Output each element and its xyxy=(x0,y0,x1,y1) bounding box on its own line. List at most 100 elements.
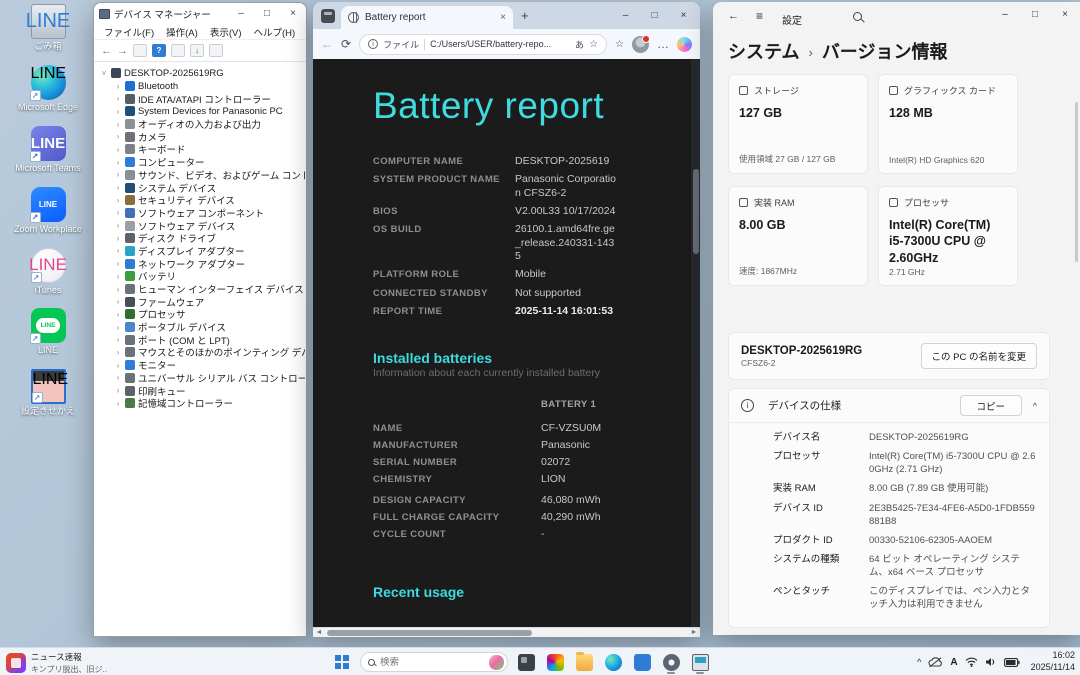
device-tree-item[interactable]: › カメラ xyxy=(114,130,305,144)
scrollbar-thumb[interactable] xyxy=(692,169,699,254)
address-bar[interactable]: i ファイル C:/Users/USER/battery-repo... あ ☆ xyxy=(359,33,608,55)
device-tree-item[interactable]: › システム デバイス xyxy=(114,181,305,195)
device-tree-item[interactable]: › ソフトウェア コンポーネント xyxy=(114,207,305,220)
taskbar-app-button[interactable] xyxy=(688,649,712,675)
menu-item[interactable]: 表示(V) xyxy=(204,25,248,39)
chevron-right-icon[interactable]: › xyxy=(114,373,122,382)
device-spec-header[interactable]: i デバイスの仕様 コピー ^ xyxy=(729,389,1049,423)
navigate-back-icon[interactable]: ← xyxy=(101,45,112,57)
hamburger-menu-icon[interactable]: ≡ xyxy=(756,9,763,23)
chevron-right-icon[interactable]: › xyxy=(114,170,122,179)
taskbar-app-button[interactable] xyxy=(514,649,538,675)
tab-close-icon[interactable]: × xyxy=(500,12,506,23)
show-list-icon[interactable] xyxy=(171,44,185,57)
horizontal-scrollbar-thumb[interactable] xyxy=(327,630,532,636)
app-icon[interactable]: LINE ↗ xyxy=(29,125,66,162)
taskbar-app-button[interactable] xyxy=(543,649,567,675)
new-tab-button[interactable]: + xyxy=(521,8,529,23)
chevron-right-icon[interactable]: › xyxy=(114,361,122,370)
maximize-button[interactable]: □ xyxy=(640,4,669,26)
rename-pc-button[interactable]: この PC の名前を変更 xyxy=(920,343,1037,369)
navigate-forward-icon[interactable]: → xyxy=(117,45,128,57)
favorites-bar-icon[interactable]: ☆ xyxy=(615,39,624,50)
device-tree-item[interactable]: › セキュリティ デバイス xyxy=(114,194,305,207)
next-section-card[interactable] xyxy=(728,634,1050,635)
menu-item[interactable]: 操作(A) xyxy=(160,25,204,39)
back-icon[interactable]: ← xyxy=(321,37,333,51)
wifi-icon[interactable] xyxy=(965,657,978,667)
device-tree-item[interactable]: › 記憶域コントローラー xyxy=(114,397,305,410)
chevron-right-icon[interactable]: › xyxy=(114,310,122,319)
taskbar-app-button[interactable] xyxy=(659,649,683,675)
desktop-icon[interactable]: LINE ↗ iTunes xyxy=(10,247,86,296)
device-tree-item[interactable]: › サウンド、ビデオ、およびゲーム コントローラー xyxy=(114,169,305,182)
menu-item[interactable]: ヘルプ(H) xyxy=(247,25,301,39)
device-tree-item[interactable]: › プロセッサ xyxy=(114,308,305,321)
menu-item[interactable]: ファイル(F) xyxy=(98,25,160,39)
desktop-icon[interactable]: LINE ↗ LINE xyxy=(10,308,86,356)
device-tree-item[interactable]: › ディスプレイ アダプター xyxy=(114,245,305,258)
breadcrumb-parent[interactable]: システム xyxy=(728,38,799,64)
scan-hardware-icon[interactable] xyxy=(209,44,223,57)
back-icon[interactable]: ← xyxy=(728,10,739,22)
workspaces-icon[interactable] xyxy=(321,9,335,23)
update-driver-icon[interactable]: ↓ xyxy=(190,44,204,57)
desktop-icon[interactable]: LINE ↗ Microsoft Edge xyxy=(10,64,86,113)
chevron-right-icon[interactable]: › xyxy=(114,145,122,154)
device-tree-item[interactable]: › ユニバーサル シリアル バス コントローラー xyxy=(114,372,305,385)
search-input[interactable] xyxy=(380,656,484,668)
device-tree-item[interactable]: › ポータブル デバイス xyxy=(114,321,305,334)
device-tree-item[interactable]: › ソフトウェア デバイス xyxy=(114,219,305,233)
maximize-button[interactable]: □ xyxy=(254,4,280,24)
device-tree-item[interactable]: › オーディオの入力および出力 xyxy=(114,118,305,131)
spec-card[interactable]: 実装 RAM 8.00 GB 速度: 1867MHz xyxy=(728,186,868,286)
chevron-right-icon[interactable]: › xyxy=(114,196,122,205)
volume-icon[interactable] xyxy=(985,657,997,667)
chevron-right-icon[interactable]: › xyxy=(114,132,122,141)
address-url[interactable]: C:/Users/USER/battery-repo... xyxy=(430,39,570,49)
chevron-right-icon[interactable]: › xyxy=(114,246,122,255)
battery-icon[interactable] xyxy=(1003,657,1020,667)
search-icon[interactable] xyxy=(853,12,862,21)
chevron-right-icon[interactable]: › xyxy=(114,221,122,230)
device-tree-item[interactable]: › コンピューター xyxy=(114,156,305,169)
app-icon[interactable]: LINE ↗ xyxy=(29,247,67,283)
chevron-right-icon[interactable]: › xyxy=(114,399,122,408)
ime-mode-icon[interactable]: A xyxy=(950,657,957,668)
chevron-up-icon[interactable]: ^ xyxy=(1033,401,1037,411)
favorite-star-icon[interactable]: ☆ xyxy=(589,39,598,50)
settings-scrollbar-thumb[interactable] xyxy=(1075,102,1078,262)
device-tree-item[interactable]: › IDE ATA/ATAPI コントローラー xyxy=(114,92,305,106)
taskbar-app-button[interactable] xyxy=(572,649,596,675)
taskbar-app-button[interactable] xyxy=(601,649,625,675)
device-tree-item[interactable]: › 印刷キュー xyxy=(114,384,305,398)
device-tree-item[interactable]: › モニター xyxy=(114,359,305,372)
chevron-right-icon[interactable]: › xyxy=(114,234,122,243)
app-icon[interactable]: LINE ↗ xyxy=(29,64,66,101)
spec-card[interactable]: ストレージ 127 GB 使用領域 27 GB / 127 GB xyxy=(728,74,868,174)
chevron-right-icon[interactable]: › xyxy=(114,208,122,217)
chevron-right-icon[interactable]: › xyxy=(114,386,122,395)
hidden-icons-chevron-icon[interactable]: ^ xyxy=(917,657,921,667)
desktop-icon[interactable]: LINE ↗ Zoom Workplace xyxy=(10,186,86,235)
chevron-right-icon[interactable]: › xyxy=(114,107,122,116)
app-icon[interactable]: LINE ↗ xyxy=(30,369,68,405)
refresh-icon[interactable]: ⟳ xyxy=(341,37,351,51)
device-tree-item[interactable]: › ポート (COM と LPT) xyxy=(114,333,305,347)
copilot-icon[interactable] xyxy=(677,36,692,52)
minimize-button[interactable]: – xyxy=(228,4,254,24)
minimize-button[interactable]: – xyxy=(990,2,1020,26)
app-icon[interactable]: LINE ↗ xyxy=(26,4,70,39)
spec-card[interactable]: プロセッサ Intel(R) Core(TM) i5-7300U CPU @ 2… xyxy=(878,186,1018,286)
help-icon[interactable]: ? xyxy=(152,44,166,57)
profile-avatar[interactable] xyxy=(632,34,650,53)
chevron-right-icon[interactable]: › xyxy=(114,272,122,281)
device-tree-item[interactable]: › マウスとそのほかのポインティング デバイス xyxy=(114,346,305,359)
chevron-right-icon[interactable]: › xyxy=(114,335,122,344)
close-button[interactable]: × xyxy=(1050,2,1080,26)
more-menu-icon[interactable]: … xyxy=(657,37,669,51)
close-button[interactable]: × xyxy=(669,4,698,26)
chevron-right-icon[interactable]: › xyxy=(114,183,122,192)
taskbar-app-button[interactable] xyxy=(630,649,654,675)
chevron-right-icon[interactable]: › xyxy=(114,94,122,103)
